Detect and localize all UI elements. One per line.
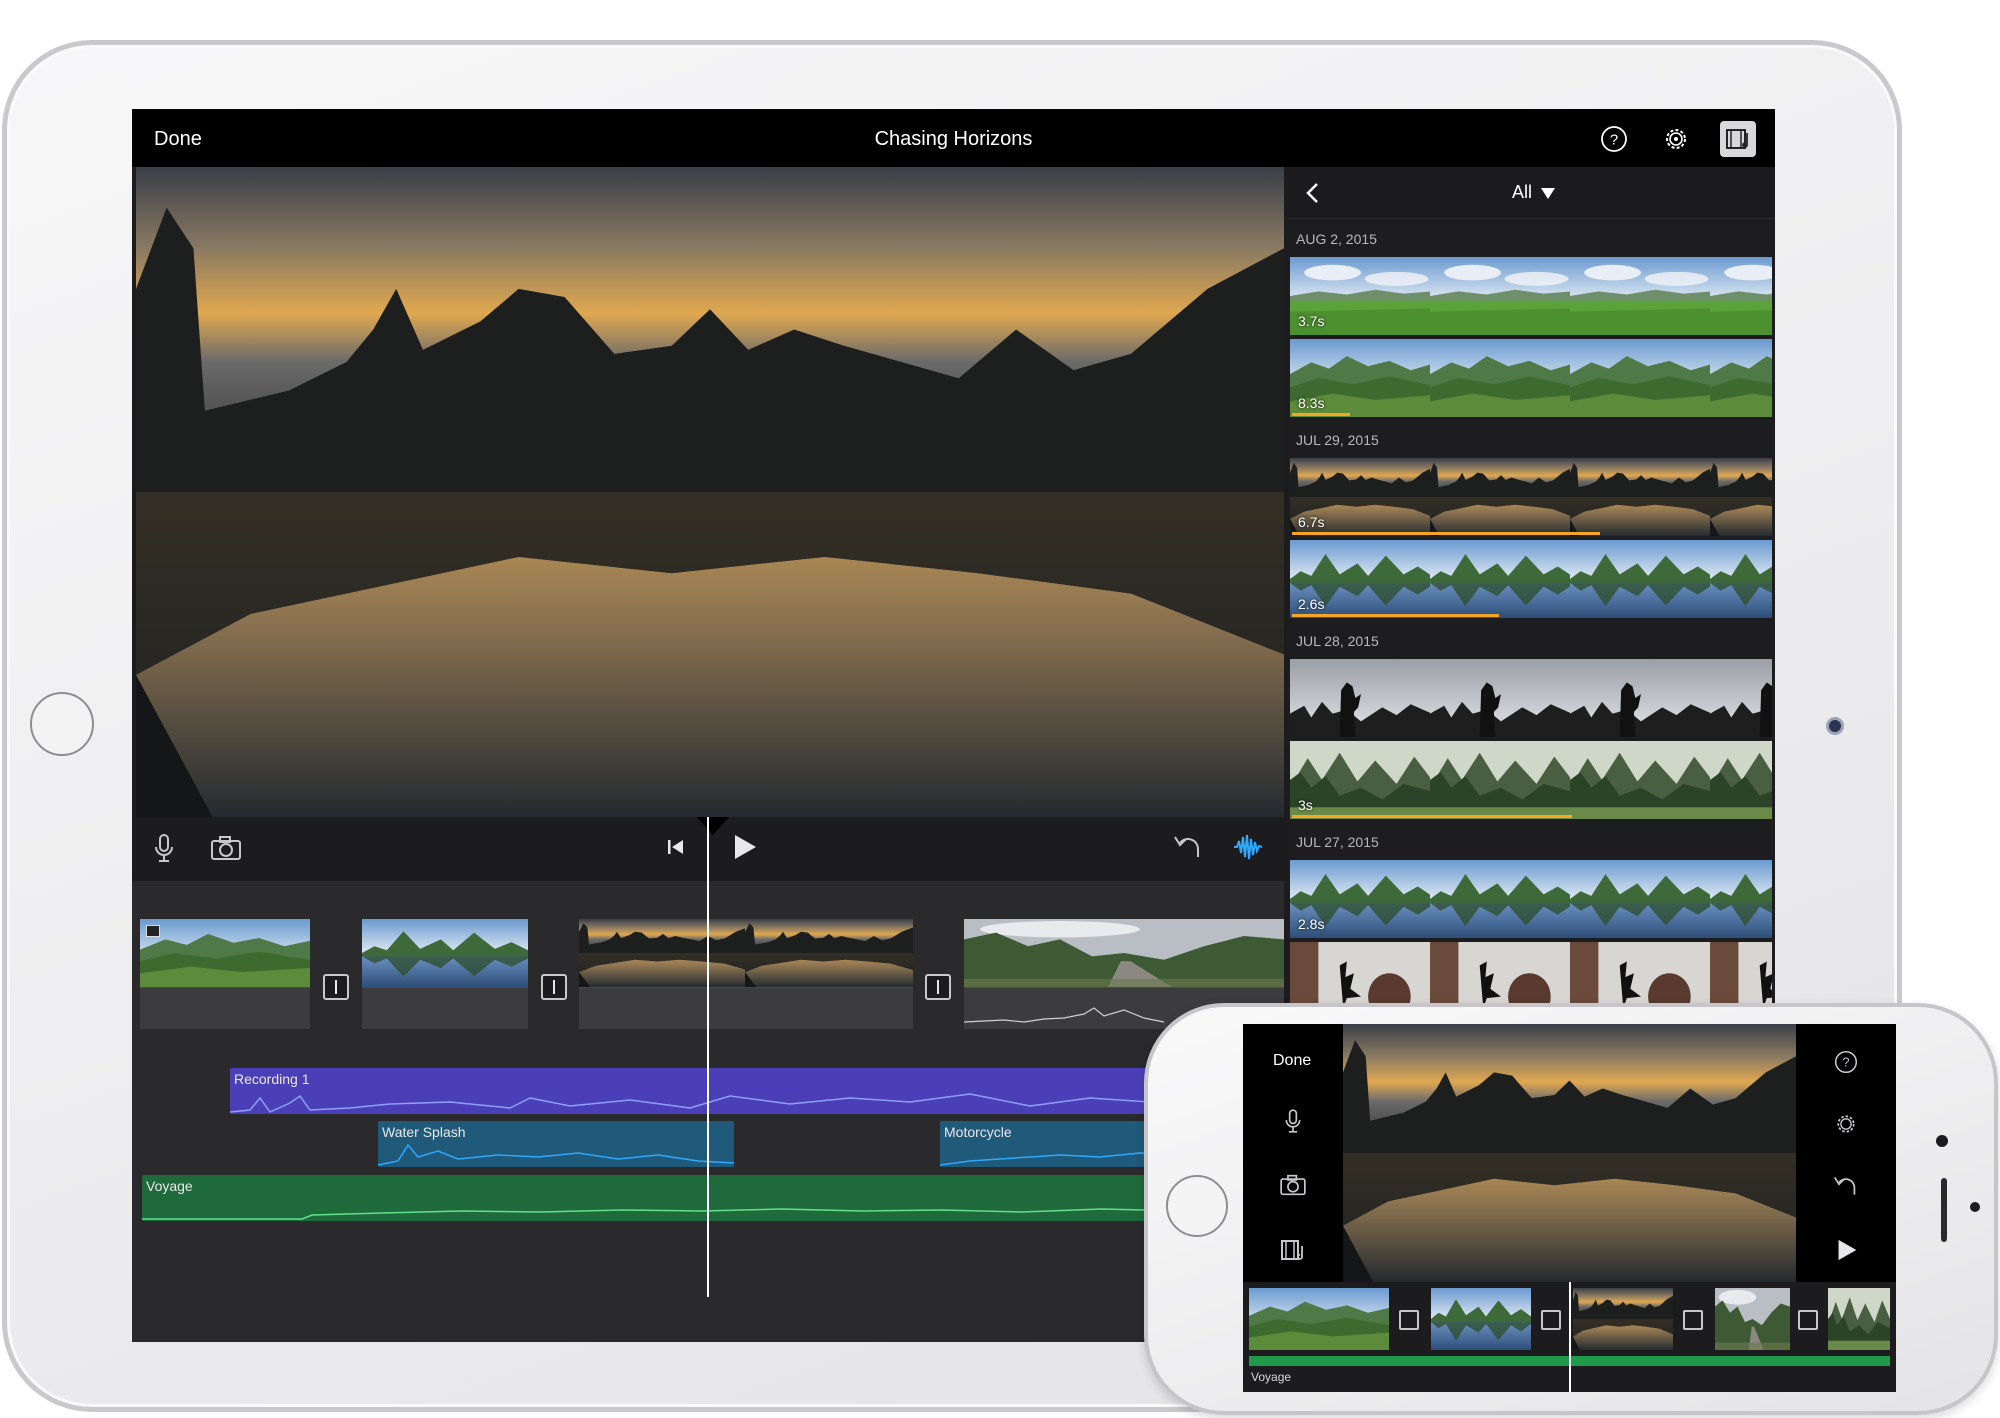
settings-gear-icon[interactable]: [1662, 125, 1690, 153]
clip-thumbnail: [964, 919, 1284, 987]
timeline-clip[interactable]: [1431, 1288, 1531, 1350]
iphone-screen: Done ? Voyage: [1243, 1024, 1896, 1392]
timeline-clip[interactable]: [1715, 1288, 1790, 1350]
date-header: JUL 29, 2015: [1296, 432, 1379, 448]
clip-duration: 8.3s: [1298, 395, 1325, 411]
camera-icon[interactable]: [210, 835, 242, 861]
media-clip[interactable]: 3.7s: [1290, 257, 1772, 335]
timeline-clip[interactable]: [1573, 1288, 1673, 1350]
chevron-down-icon: [1541, 187, 1556, 199]
undo-icon[interactable]: [1172, 833, 1202, 861]
clip-usage-bar: [1292, 532, 1600, 535]
video-viewer: [136, 167, 1284, 817]
playhead[interactable]: [707, 817, 709, 1297]
iphone-home-button: [1166, 1175, 1228, 1237]
play-icon[interactable]: [732, 833, 758, 861]
transition-button[interactable]: [323, 974, 349, 1000]
clip-duration: 2.6s: [1298, 596, 1325, 612]
audio-track-label: Voyage: [146, 1178, 193, 1194]
clip-thumbnail: [579, 919, 913, 987]
ipad-home-button: [30, 692, 94, 756]
media-clip[interactable]: 2.6s: [1290, 540, 1772, 618]
timeline-clip[interactable]: [579, 919, 913, 1029]
transition-button[interactable]: [1798, 1310, 1818, 1330]
iphone-front-camera: [1936, 1135, 1948, 1147]
clip-duration: 6.7s: [1298, 514, 1325, 530]
done-button[interactable]: Done: [1273, 1052, 1311, 1070]
filter-label: All: [1512, 182, 1533, 202]
media-clip[interactable]: 3s: [1290, 741, 1772, 819]
playhead[interactable]: [1569, 1282, 1571, 1392]
audio-waveform-icon[interactable]: [1232, 831, 1264, 863]
volume-indicator-icon: [146, 925, 160, 937]
audio-track-label: Recording 1: [234, 1071, 310, 1087]
microphone-icon[interactable]: [152, 833, 176, 863]
clip-usage-bar: [1292, 815, 1572, 818]
date-header: JUL 27, 2015: [1296, 834, 1379, 850]
browser-header: All: [1288, 167, 1775, 219]
media-library-icon[interactable]: [1720, 121, 1756, 157]
date-header: AUG 2, 2015: [1296, 231, 1377, 247]
media-clip[interactable]: 8.3s: [1290, 339, 1772, 417]
date-header: JUL 28, 2015: [1296, 633, 1379, 649]
iphone-right-toolbar: ?: [1796, 1024, 1896, 1282]
clip-audio-area: [579, 987, 913, 1029]
transition-button[interactable]: [1399, 1310, 1419, 1330]
playhead-marker[interactable]: [697, 817, 729, 835]
iphone-video-viewer: [1343, 1024, 1796, 1282]
media-clip[interactable]: 2.8s: [1290, 860, 1772, 938]
clip-duration: 2.8s: [1298, 916, 1325, 932]
clip-duration: 3.7s: [1298, 313, 1325, 329]
help-icon[interactable]: ?: [1600, 125, 1628, 153]
undo-icon[interactable]: [1832, 1174, 1858, 1198]
top-bar: Done Chasing Horizons ?: [132, 109, 1775, 167]
iphone-speaker: [1941, 1178, 1947, 1242]
filter-dropdown[interactable]: All: [1512, 182, 1556, 203]
transition-button[interactable]: [1683, 1310, 1703, 1330]
transition-button[interactable]: [541, 974, 567, 1000]
project-title: Chasing Horizons: [874, 128, 1033, 150]
audio-track-label: Voyage: [1251, 1370, 1292, 1384]
transition-button[interactable]: [925, 974, 951, 1000]
timeline-clip[interactable]: [362, 919, 528, 1029]
audio-track-label: Water Splash: [382, 1124, 466, 1140]
clip-duration: 3s: [1298, 797, 1313, 813]
settings-gear-icon[interactable]: [1834, 1112, 1858, 1136]
microphone-icon[interactable]: [1283, 1108, 1303, 1134]
iphone-sensor: [1970, 1202, 1980, 1212]
clip-audio-area: [140, 987, 310, 1029]
audio-track[interactable]: Voyage: [142, 1175, 1284, 1221]
clip-usage-bar: [1292, 614, 1499, 617]
audio-track-label: Motorcycle: [944, 1124, 1012, 1140]
audio-track[interactable]: Recording 1: [230, 1068, 1284, 1114]
ipad-front-camera: [1826, 717, 1844, 735]
svg-text:?: ?: [1842, 1055, 1849, 1070]
transition-button[interactable]: [1541, 1310, 1561, 1330]
audio-track[interactable]: Water Splash: [378, 1121, 734, 1167]
timeline-clip[interactable]: [1828, 1288, 1890, 1350]
timeline-clip[interactable]: [140, 919, 310, 1029]
skip-to-start-icon[interactable]: [666, 837, 686, 857]
clip-thumbnail: [362, 919, 528, 987]
clip-usage-bar: [1292, 413, 1350, 416]
play-icon[interactable]: [1836, 1238, 1858, 1262]
media-clip[interactable]: 6.7s: [1290, 458, 1772, 536]
timeline-clip[interactable]: [1249, 1288, 1389, 1350]
media-library-icon[interactable]: [1279, 1238, 1307, 1262]
clip-thumbnail: [140, 919, 310, 987]
svg-text:?: ?: [1610, 132, 1618, 149]
back-chevron-icon[interactable]: [1302, 181, 1326, 205]
iphone-left-toolbar: Done: [1243, 1024, 1343, 1282]
help-icon[interactable]: ?: [1834, 1050, 1858, 1074]
media-clip[interactable]: [1290, 659, 1772, 737]
camera-icon[interactable]: [1279, 1174, 1307, 1196]
clip-audio-area: [362, 987, 528, 1029]
